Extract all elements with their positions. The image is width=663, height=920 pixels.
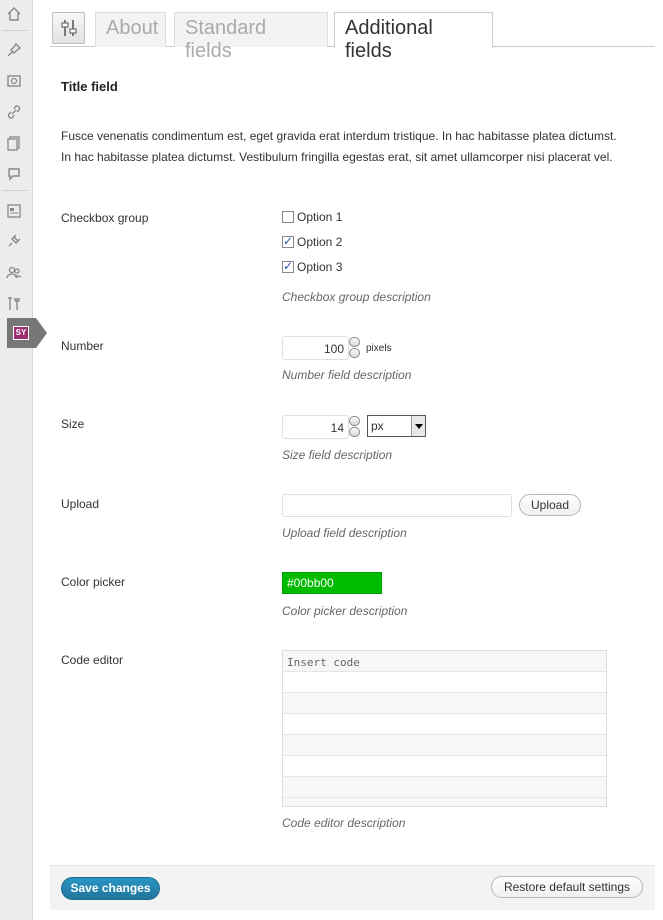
- section-title: Title field: [61, 79, 118, 94]
- chevron-down-icon[interactable]: [411, 416, 425, 436]
- color-picker-label: Color picker: [61, 575, 126, 589]
- save-button[interactable]: Save changes: [61, 877, 160, 900]
- checkbox-3[interactable]: [282, 259, 294, 273]
- plugin-settings-icon: [52, 12, 85, 44]
- checkbox-group-description: Checkbox group description: [282, 290, 431, 304]
- size-description: Size field description: [282, 448, 393, 462]
- code-editor-label: Code editor: [61, 653, 124, 667]
- size-stepper[interactable]: [349, 416, 361, 438]
- tab-additional-fields[interactable]: Additional fields: [334, 12, 493, 62]
- restore-defaults-button[interactable]: Restore default settings: [491, 876, 643, 898]
- tools-icon[interactable]: [0, 290, 28, 318]
- code-editor-description: Code editor description: [282, 816, 406, 830]
- admin-sidebar: SY: [0, 0, 47, 920]
- size-unit-value: px: [371, 419, 384, 433]
- checkbox-group-label: Checkbox group: [61, 211, 149, 225]
- checkbox-option-1[interactable]: Option 1: [282, 209, 342, 225]
- size-label: Size: [61, 417, 85, 431]
- intro-text: Fusce venenatis condimentum est, eget gr…: [61, 126, 651, 168]
- number-input[interactable]: 100: [282, 336, 349, 360]
- number-description: Number field description: [282, 368, 412, 382]
- checkbox-3-label: Option 3: [297, 260, 343, 274]
- media-icon[interactable]: [0, 67, 28, 95]
- upload-input[interactable]: [282, 494, 512, 517]
- stepper-up-icon[interactable]: [349, 337, 360, 347]
- size-unit-select[interactable]: px: [367, 415, 426, 437]
- checkbox-option-2[interactable]: Option 2: [282, 234, 342, 250]
- stepper-up-icon[interactable]: [349, 416, 360, 426]
- tab-standard-fields[interactable]: Standard fields: [174, 12, 328, 62]
- number-label: Number: [61, 339, 104, 353]
- stepper-down-icon[interactable]: [349, 427, 360, 437]
- tab-about[interactable]: About: [95, 12, 166, 47]
- plugin-badge: SY: [13, 326, 29, 340]
- checkbox-1[interactable]: [282, 211, 294, 223]
- upload-label: Upload: [61, 497, 100, 511]
- intro-line-1: Fusce venenatis condimentum est, eget gr…: [61, 129, 617, 143]
- comments-icon[interactable]: [0, 160, 28, 188]
- checkbox-2-label: Option 2: [297, 235, 343, 249]
- checkbox-1-label: Option 1: [297, 210, 343, 224]
- code-placeholder: Insert code: [283, 651, 606, 672]
- appearance-icon[interactable]: [0, 197, 28, 225]
- number-stepper[interactable]: [349, 337, 361, 359]
- settings-plugin-icon[interactable]: SY: [0, 318, 47, 348]
- stepper-down-icon[interactable]: [349, 348, 360, 358]
- checkbox-2[interactable]: [282, 234, 294, 248]
- upload-button[interactable]: Upload: [519, 494, 581, 516]
- size-input[interactable]: 14: [282, 415, 349, 439]
- intro-line-2: In hac habitasse platea dictumst. Vestib…: [61, 150, 613, 164]
- pages-icon[interactable]: [0, 129, 28, 157]
- color-picker-input[interactable]: #00bb00: [282, 572, 382, 594]
- color-picker-description: Color picker description: [282, 604, 408, 618]
- dashboard-icon[interactable]: [0, 0, 28, 28]
- number-unit: pixels: [366, 343, 392, 354]
- plugins-icon[interactable]: [0, 227, 28, 255]
- posts-pin-icon[interactable]: [0, 36, 28, 64]
- code-editor[interactable]: Insert code: [282, 650, 607, 807]
- links-icon[interactable]: [0, 98, 28, 126]
- upload-description: Upload field description: [282, 526, 407, 540]
- checkbox-option-3[interactable]: Option 3: [282, 259, 342, 275]
- users-icon[interactable]: [0, 258, 28, 286]
